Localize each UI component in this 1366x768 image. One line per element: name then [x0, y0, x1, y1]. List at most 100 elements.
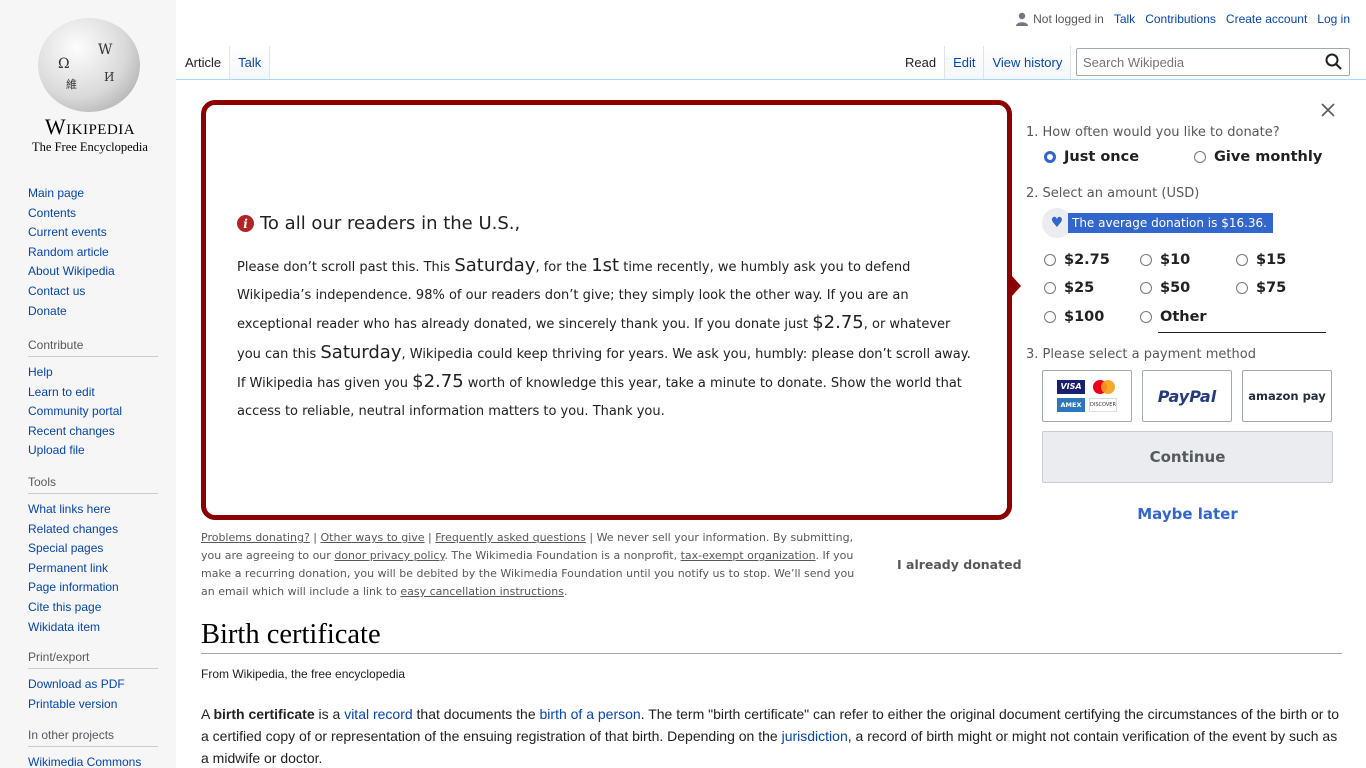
sidebar-item-wikidata-item[interactable]: Wikidata item: [28, 618, 158, 638]
other-ways-link[interactable]: Other ways to give: [321, 531, 425, 544]
view-tabs: Read Edit View history: [897, 46, 1072, 80]
once-radio[interactable]: [1044, 151, 1056, 163]
sidebar-item-current-events[interactable]: Current events: [28, 223, 158, 243]
sidebar-item-random-article[interactable]: Random article: [28, 243, 158, 263]
nav-tools: Tools What links here Related changes Sp…: [28, 475, 158, 637]
faq-link[interactable]: Frequently asked questions: [435, 531, 586, 544]
close-icon[interactable]: [1320, 102, 1336, 118]
tab-read[interactable]: Read: [897, 46, 946, 80]
step-payment-label: 3. Please select a payment method: [1026, 347, 1256, 362]
average-donation-note: ♥ The average donation is $16.36.: [1042, 208, 1273, 238]
continue-button[interactable]: Continue: [1042, 431, 1333, 483]
sidebar-item-related-changes[interactable]: Related changes: [28, 520, 158, 540]
sidebar-item-cite-this-page[interactable]: Cite this page: [28, 598, 158, 618]
payment-amazon-button[interactable]: amazon pay: [1242, 370, 1332, 422]
sidebar-item-wikimedia-commons[interactable]: Wikimedia Commons: [28, 753, 158, 768]
sidebar-item-main-page[interactable]: Main page: [28, 184, 158, 204]
amount-option[interactable]: $100: [1044, 309, 1104, 325]
frequency-monthly-option[interactable]: Give monthly: [1194, 149, 1322, 165]
sidebar-item-what-links-here[interactable]: What links here: [28, 500, 158, 520]
content-divider: [176, 79, 1366, 80]
link-jurisdiction[interactable]: jurisdiction: [782, 728, 848, 744]
user-talk-link[interactable]: Talk: [1114, 12, 1135, 26]
sidebar-item-about[interactable]: About Wikipedia: [28, 262, 158, 282]
search-icon[interactable]: [1324, 52, 1344, 72]
sidebar-item-help[interactable]: Help: [28, 363, 158, 383]
log-in-link[interactable]: Log in: [1317, 12, 1350, 26]
sidebar-item-download-pdf[interactable]: Download as PDF: [28, 675, 158, 695]
amount-option[interactable]: $2.75: [1044, 252, 1110, 268]
tax-exempt-link[interactable]: tax-exempt organization: [681, 549, 816, 562]
contribute-heading: Contribute: [28, 338, 158, 357]
amount-option[interactable]: $50: [1140, 280, 1190, 296]
search-input[interactable]: [1076, 48, 1350, 76]
not-logged-in-text: Not logged in: [1033, 12, 1104, 26]
sidebar: W Ω 維 И Wikipedia The Free Encyclopedia …: [0, 0, 176, 768]
nav-contribute: Contribute Help Learn to edit Community …: [28, 338, 158, 461]
nav-projects: In other projects Wikimedia Commons: [28, 728, 158, 768]
monthly-radio[interactable]: [1194, 151, 1206, 163]
average-donation-text: The average donation is $16.36.: [1068, 213, 1273, 233]
payment-paypal-button[interactable]: PayPal: [1142, 370, 1232, 422]
paypal-logo: PayPal: [1157, 386, 1217, 406]
link-birth-of-a-person[interactable]: birth of a person: [540, 706, 641, 722]
site-subtitle: From Wikipedia, the free encyclopedia: [201, 667, 406, 681]
sidebar-item-permanent-link[interactable]: Permanent link: [28, 559, 158, 579]
amount-option[interactable]: $25: [1044, 280, 1094, 296]
amount-option[interactable]: $15: [1236, 252, 1286, 268]
user-links: Not logged in Talk Contributions Create …: [1016, 12, 1350, 26]
tab-edit[interactable]: Edit: [945, 46, 985, 80]
sidebar-item-community-portal[interactable]: Community portal: [28, 402, 158, 422]
sidebar-item-printable-version[interactable]: Printable version: [28, 695, 158, 715]
payment-card-button[interactable]: VISA AMEX DISCOVER: [1042, 370, 1132, 422]
link-vital-record[interactable]: vital record: [344, 706, 412, 722]
amazon-pay-logo: amazon pay: [1248, 389, 1326, 403]
sidebar-item-recent-changes[interactable]: Recent changes: [28, 422, 158, 442]
namespace-tabs: Article Talk: [177, 46, 271, 80]
banner-body: Please don’t scroll past this. This Satu…: [237, 255, 971, 419]
sidebar-item-page-information[interactable]: Page information: [28, 578, 158, 598]
step-frequency-label: 1. How often would you like to donate?: [1026, 125, 1280, 140]
privacy-policy-link[interactable]: donor privacy policy: [334, 549, 444, 562]
amount-option[interactable]: $75: [1236, 280, 1286, 296]
headline-text: To all our readers in the U.S.,: [260, 213, 521, 234]
already-donated-button[interactable]: I already donated: [897, 557, 1022, 572]
tools-heading: Tools: [28, 475, 158, 494]
other-amount-input[interactable]: [1158, 332, 1326, 333]
info-icon: i: [237, 215, 254, 232]
page-title: Birth certificate: [201, 619, 1342, 654]
print-heading: Print/export: [28, 650, 158, 669]
amount-other-option[interactable]: Other: [1140, 309, 1207, 325]
user-icon: [1016, 12, 1029, 26]
cancellation-link[interactable]: easy cancellation instructions: [400, 585, 564, 598]
sidebar-item-contents[interactable]: Contents: [28, 204, 158, 224]
amount-option[interactable]: $10: [1140, 252, 1190, 268]
contributions-link[interactable]: Contributions: [1145, 12, 1216, 26]
create-account-link[interactable]: Create account: [1226, 12, 1307, 26]
tab-view-history[interactable]: View history: [984, 46, 1072, 80]
sidebar-item-donate[interactable]: Donate: [28, 302, 158, 322]
banner-headline: i To all our readers in the U.S.,: [237, 213, 977, 234]
article-lead-paragraph: A birth certificate is a vital record th…: [201, 706, 1340, 766]
tab-talk[interactable]: Talk: [230, 46, 271, 80]
projects-heading: In other projects: [28, 728, 158, 747]
puzzle-globe-icon: W Ω 維 И: [38, 18, 140, 112]
credit-cards-icon: VISA AMEX DISCOVER: [1057, 380, 1117, 412]
step-amount-label: 2. Select an amount (USD): [1026, 186, 1200, 201]
sidebar-item-learn-to-edit[interactable]: Learn to edit: [28, 383, 158, 403]
tab-article[interactable]: Article: [177, 46, 231, 80]
wikipedia-logo[interactable]: W Ω 維 И Wikipedia The Free Encyclopedia: [24, 14, 156, 159]
banner-message: i To all our readers in the U.S., Please…: [237, 213, 977, 425]
wordmark: Wikipedia: [44, 114, 136, 139]
sidebar-item-contact[interactable]: Contact us: [28, 282, 158, 302]
nav-print: Print/export Download as PDF Printable v…: [28, 650, 158, 714]
nav-main: Main page Contents Current events Random…: [28, 184, 158, 321]
tagline: The Free Encyclopedia: [32, 140, 148, 154]
banner-pointer: [1012, 276, 1021, 296]
sidebar-item-special-pages[interactable]: Special pages: [28, 539, 158, 559]
sidebar-item-upload-file[interactable]: Upload file: [28, 441, 158, 461]
user-status: Not logged in: [1016, 12, 1104, 26]
problems-donating-link[interactable]: Problems donating?: [201, 531, 310, 544]
maybe-later-button[interactable]: Maybe later: [1042, 505, 1333, 523]
frequency-once-option[interactable]: Just once: [1044, 149, 1139, 165]
